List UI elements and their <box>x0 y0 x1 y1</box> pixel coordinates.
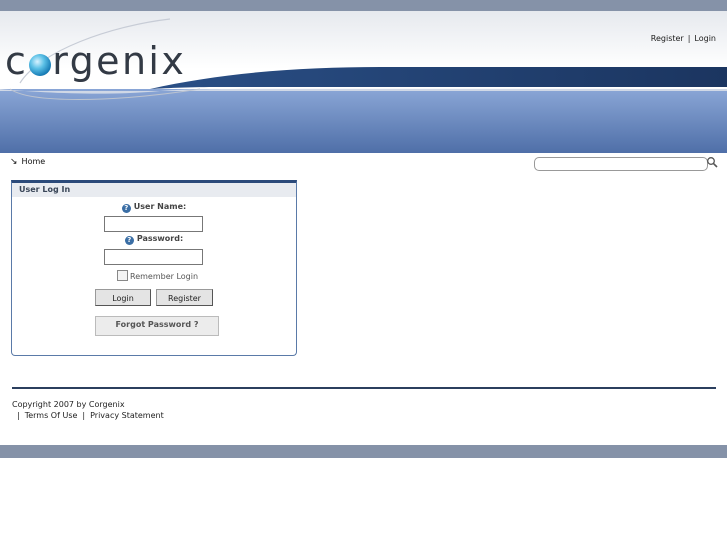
footer-links: | Terms Of Use | Privacy Statement <box>17 411 164 420</box>
password-label-row: ? Password: <box>12 234 296 245</box>
arrow-down-right-icon: ↘ <box>10 157 18 167</box>
login-link[interactable]: Login <box>694 34 716 43</box>
search-icon[interactable] <box>706 156 718 168</box>
top-links: Register | Login <box>651 34 716 43</box>
privacy-link[interactable]: Privacy Statement <box>90 411 164 420</box>
forgot-password-button[interactable]: Forgot Password ? <box>95 316 219 336</box>
footer-separator: | <box>17 411 20 420</box>
remember-login: Remember Login <box>117 270 198 281</box>
top-strip <box>0 0 727 11</box>
login-panel: User Log In ? User Name: ? Password: Remem… <box>11 180 297 356</box>
corgenix-logo: c rgenix <box>5 39 187 83</box>
footer-separator: | <box>82 411 86 420</box>
register-link[interactable]: Register <box>651 34 684 43</box>
header-banner: Register | Login c rgenix <box>0 11 727 153</box>
remember-checkbox[interactable] <box>117 270 128 281</box>
remember-label: Remember Login <box>130 272 199 281</box>
search-input[interactable] <box>534 157 708 171</box>
globe-icon <box>29 54 52 76</box>
password-label: Password: <box>136 234 184 243</box>
bottom-strip <box>0 445 727 458</box>
footer-divider <box>12 387 716 389</box>
username-label-row: ? User Name: <box>12 202 296 213</box>
panel-title: User Log In <box>12 183 296 197</box>
copyright-text: Copyright 2007 by Corgenix <box>12 400 125 409</box>
help-icon[interactable]: ? <box>121 204 131 213</box>
username-field[interactable] <box>104 216 203 232</box>
breadcrumb: ↘ Home <box>10 157 45 167</box>
breadcrumb-home[interactable]: Home <box>22 157 46 166</box>
register-button[interactable]: Register <box>156 289 213 306</box>
password-field[interactable] <box>104 249 203 265</box>
login-button[interactable]: Login <box>95 289 151 306</box>
link-separator: | <box>687 34 691 43</box>
terms-link[interactable]: Terms Of Use <box>25 411 78 420</box>
username-label: User Name: <box>133 202 187 211</box>
help-icon[interactable]: ? <box>124 236 134 245</box>
